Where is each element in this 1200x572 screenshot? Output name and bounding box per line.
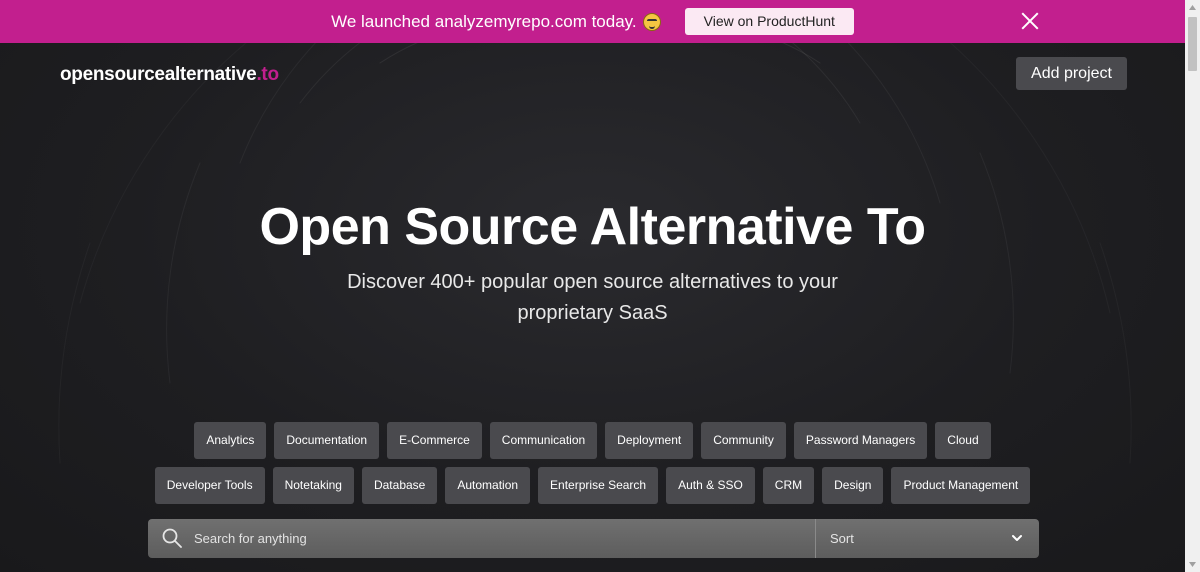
category-tag-product-management[interactable]: Product Management [891,467,1031,504]
hero-section: opensourcealternative.to Add project Ope… [0,43,1185,572]
page-scrollbar[interactable] [1185,0,1200,572]
category-tag-notetaking[interactable]: Notetaking [272,467,354,504]
view-on-producthunt-button[interactable]: View on ProductHunt [684,8,854,35]
category-tags-row-2: Developer Tools Notetaking Database Auto… [0,467,1185,504]
banner-message: We launched analyzemyrepo.com today. [331,12,661,32]
add-project-button[interactable]: Add project [1016,57,1127,90]
scroll-up-arrow-icon[interactable] [1185,0,1200,15]
category-tag-analytics[interactable]: Analytics [194,422,267,459]
category-tag-design[interactable]: Design [822,467,884,504]
subtitle-line-2: proprietary SaaS [517,302,668,324]
banner-text: We launched analyzemyrepo.com today. [331,11,637,31]
category-tag-database[interactable]: Database [361,467,438,504]
category-tag-developer-tools[interactable]: Developer Tools [154,467,265,504]
category-tag-community[interactable]: Community [701,422,786,459]
grinning-face-with-sweat-icon [642,12,661,31]
announcement-banner: We launched analyzemyrepo.com today. Vie… [0,0,1185,43]
page-title: Open Source Alternative To [259,198,926,256]
scrollbar-thumb[interactable] [1188,17,1197,71]
category-tag-cloud[interactable]: Cloud [935,422,991,459]
category-tag-password-managers[interactable]: Password Managers [793,422,928,459]
category-tag-enterprise-search[interactable]: Enterprise Search [538,467,659,504]
search-input[interactable] [194,519,814,558]
site-logo[interactable]: opensourcealternative.to [60,64,279,86]
category-tags-row-1: Analytics Documentation E-Commerce Commu… [0,422,1185,459]
close-icon[interactable] [1021,12,1039,30]
logo-tld: .to [256,64,279,85]
subtitle-line-1: Discover 400+ popular open source altern… [347,271,838,293]
category-tag-crm[interactable]: CRM [762,467,815,504]
logo-name: opensourcealternative [60,64,257,85]
category-tag-deployment[interactable]: Deployment [605,422,694,459]
category-tag-documentation[interactable]: Documentation [274,422,380,459]
category-tag-communication[interactable]: Communication [489,422,598,459]
sort-label: Sort [830,531,854,546]
scroll-down-arrow-icon[interactable] [1185,557,1200,572]
category-tag-automation[interactable]: Automation [445,467,531,504]
search-bar: Sort [148,519,1039,558]
page-subtitle: Discover 400+ popular open source altern… [0,267,1185,329]
chevron-down-icon [1012,535,1022,541]
search-icon [162,528,182,548]
sort-dropdown[interactable]: Sort [816,519,1039,558]
category-tag-auth-sso[interactable]: Auth & SSO [666,467,755,504]
category-tag-e-commerce[interactable]: E-Commerce [387,422,482,459]
